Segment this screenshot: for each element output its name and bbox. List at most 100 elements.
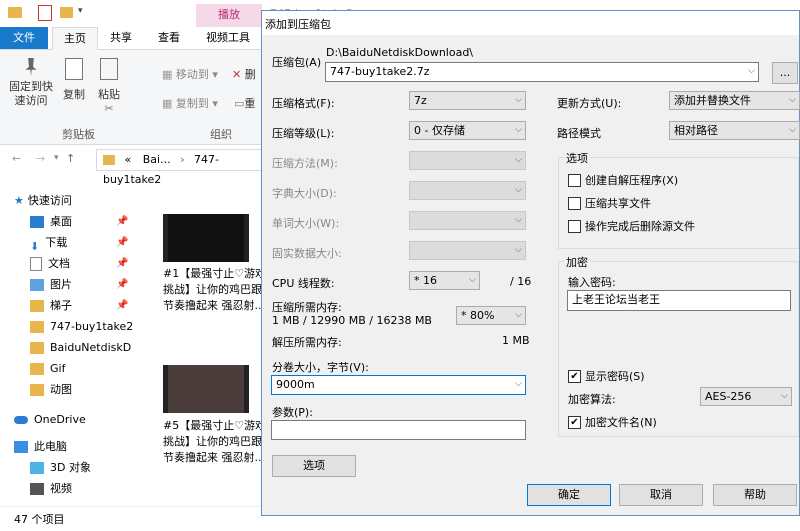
nav-item-pictures[interactable]: 图片: [30, 275, 72, 295]
nav-item-gif[interactable]: Gif: [30, 359, 65, 379]
pin-icon[interactable]: 📌: [116, 300, 128, 311]
show-password-checkbox[interactable]: ✔ 显示密码(S): [568, 368, 645, 384]
dict-size-select[interactable]: ⌵: [409, 181, 526, 200]
delete-button[interactable]: ✕ 删: [232, 66, 256, 82]
chevron-down-icon: ⌵: [469, 275, 476, 285]
nav-onedrive[interactable]: OneDrive: [14, 410, 86, 430]
format-select[interactable]: 7z ⌵: [409, 91, 526, 110]
chevron-down-icon: ⌵: [515, 125, 522, 135]
solid-size-label: 固实数据大小:: [272, 247, 342, 260]
scissors-icon: ✂: [104, 102, 114, 115]
method-select[interactable]: ⌵: [409, 151, 526, 170]
help-button[interactable]: 帮助: [713, 484, 797, 506]
3d-object-icon: [30, 462, 44, 474]
folder-icon: [30, 384, 44, 396]
cpu-threads-select[interactable]: * 16 ⌵: [409, 271, 480, 290]
forward-icon[interactable]: →: [36, 152, 45, 165]
memory-percent-select[interactable]: * 80% ⌵: [456, 306, 526, 325]
path-mode-select[interactable]: 相对路径 ⌵: [669, 121, 800, 140]
update-mode-select[interactable]: 添加并替换文件 ⌵: [669, 91, 800, 110]
back-icon[interactable]: ←: [12, 152, 21, 165]
chevron-down-icon: ⌵: [515, 185, 522, 195]
nav-item-3d-objects[interactable]: 3D 对象: [30, 458, 91, 478]
computer-icon: [14, 441, 28, 453]
folder-icon: [30, 321, 44, 333]
tab-share[interactable]: 共享: [110, 27, 132, 49]
pin-icon[interactable]: 📌: [116, 237, 128, 248]
path-mode-label: 路径模式: [557, 127, 601, 140]
delete-icon: ✕: [232, 68, 242, 81]
nav-item-747-buy1take2[interactable]: 747-buy1take2: [30, 317, 133, 337]
split-volume-combo[interactable]: 9000m ⌵: [271, 375, 526, 395]
nav-item-videos[interactable]: 视频: [30, 479, 72, 499]
nav-item-documents[interactable]: 文档: [30, 254, 70, 274]
download-icon: ⬇: [30, 240, 40, 253]
copy-button[interactable]: 复制: [60, 58, 88, 102]
tab-home[interactable]: 主页: [52, 27, 98, 50]
tab-file[interactable]: 文件: [0, 27, 48, 49]
breadcrumb-overflow[interactable]: «: [125, 153, 132, 166]
paste-button[interactable]: 粘贴 ✂: [94, 58, 124, 115]
pin-icon[interactable]: 📌: [116, 216, 128, 227]
new-folder-icon[interactable]: [60, 7, 73, 18]
password-input[interactable]: 上老王论坛当老王: [567, 290, 791, 311]
pin-icon[interactable]: 📌: [116, 279, 128, 290]
parameters-input[interactable]: [271, 420, 526, 440]
folder-icon: [30, 300, 44, 312]
delete-after-checkbox[interactable]: 操作完成后删除源文件: [568, 218, 695, 234]
nav-item-downloads[interactable]: ⬇ 下载: [30, 233, 67, 253]
encryption-method-label: 加密算法:: [568, 393, 616, 406]
dropdown-icon: ▾: [212, 97, 218, 110]
move-to-button[interactable]: ▦ 移动到 ▾: [162, 66, 218, 82]
archive-label: 压缩包(A): [272, 56, 322, 69]
encrypt-filenames-checkbox[interactable]: ✔ 加密文件名(N): [568, 414, 657, 430]
browse-button[interactable]: ...: [772, 62, 798, 84]
video-icon: [30, 483, 44, 495]
encryption-method-select[interactable]: AES-256 ⌵: [700, 387, 792, 406]
add-to-archive-dialog: 添加到压缩包 压缩包(A) D:\BaiduNetdiskDownload\ 7…: [261, 10, 800, 516]
level-select[interactable]: 0 - 仅存储 ⌵: [409, 121, 526, 140]
properties-icon[interactable]: [38, 5, 52, 21]
folder-icon: [30, 363, 44, 375]
nav-quick-access[interactable]: ★ 快速访问: [14, 191, 72, 211]
cpu-threads-label: CPU 线程数:: [272, 277, 335, 290]
nav-item-animated[interactable]: 动图: [30, 380, 72, 400]
pin-icon[interactable]: 📌: [116, 258, 128, 269]
word-size-label: 单词大小(W):: [272, 217, 340, 230]
options-button[interactable]: 选项: [272, 455, 356, 477]
check-icon: ✔: [568, 415, 581, 429]
create-sfx-checkbox[interactable]: 创建自解压程序(X): [568, 172, 678, 188]
dropdown-icon: ▾: [212, 68, 218, 81]
cpu-threads-max: / 16: [510, 275, 532, 288]
cancel-button[interactable]: 取消: [619, 484, 703, 506]
desktop-icon: [30, 216, 44, 228]
tab-view[interactable]: 查看: [158, 27, 180, 49]
up-icon[interactable]: ↑: [66, 152, 75, 165]
picture-icon: [30, 279, 44, 291]
pin-to-quick-access-button[interactable]: 固定到快 速访问: [6, 58, 56, 108]
rename-button[interactable]: ▭重: [234, 95, 255, 111]
address-box[interactable]: « Bai... › 747-buy1take2: [96, 149, 274, 186]
file-name: #1【最强寸止♡游戏挑战】让你的鸡巴跟着节奏撸起来 强忍射...: [163, 267, 273, 312]
word-size-select[interactable]: ⌵: [409, 211, 526, 230]
history-dropdown-icon[interactable]: ▾: [54, 153, 59, 163]
pin-icon: [25, 58, 37, 76]
play-contextual-tab[interactable]: 播放: [196, 4, 262, 27]
tab-video-tools[interactable]: 视频工具: [206, 27, 250, 49]
solid-size-select[interactable]: ⌵: [409, 241, 526, 260]
compress-shared-checkbox[interactable]: 压缩共享文件: [568, 195, 651, 211]
copy-to-button[interactable]: ▦ 复制到 ▾: [162, 95, 218, 111]
nav-this-pc[interactable]: 此电脑: [14, 437, 67, 457]
nav-item-baidunetdisk[interactable]: BaiduNetdiskD: [30, 338, 131, 358]
chevron-down-icon: ⌵: [515, 155, 522, 165]
rename-icon: ▭: [234, 97, 245, 110]
breadcrumb-baidu[interactable]: Bai...: [143, 153, 171, 166]
video-thumbnail: [163, 214, 249, 262]
nav-item-ladder[interactable]: 梯子: [30, 296, 72, 316]
chevron-down-icon: ⌵: [781, 391, 788, 401]
nav-item-desktop[interactable]: 桌面: [30, 212, 72, 232]
ok-button[interactable]: 确定: [527, 484, 611, 506]
dialog-titlebar: 添加到压缩包: [262, 11, 799, 35]
archive-name-combo[interactable]: 747-buy1take2.7z ⌵: [325, 62, 759, 82]
quick-access-toolbar-dropdown-icon[interactable]: ▾: [78, 6, 83, 16]
